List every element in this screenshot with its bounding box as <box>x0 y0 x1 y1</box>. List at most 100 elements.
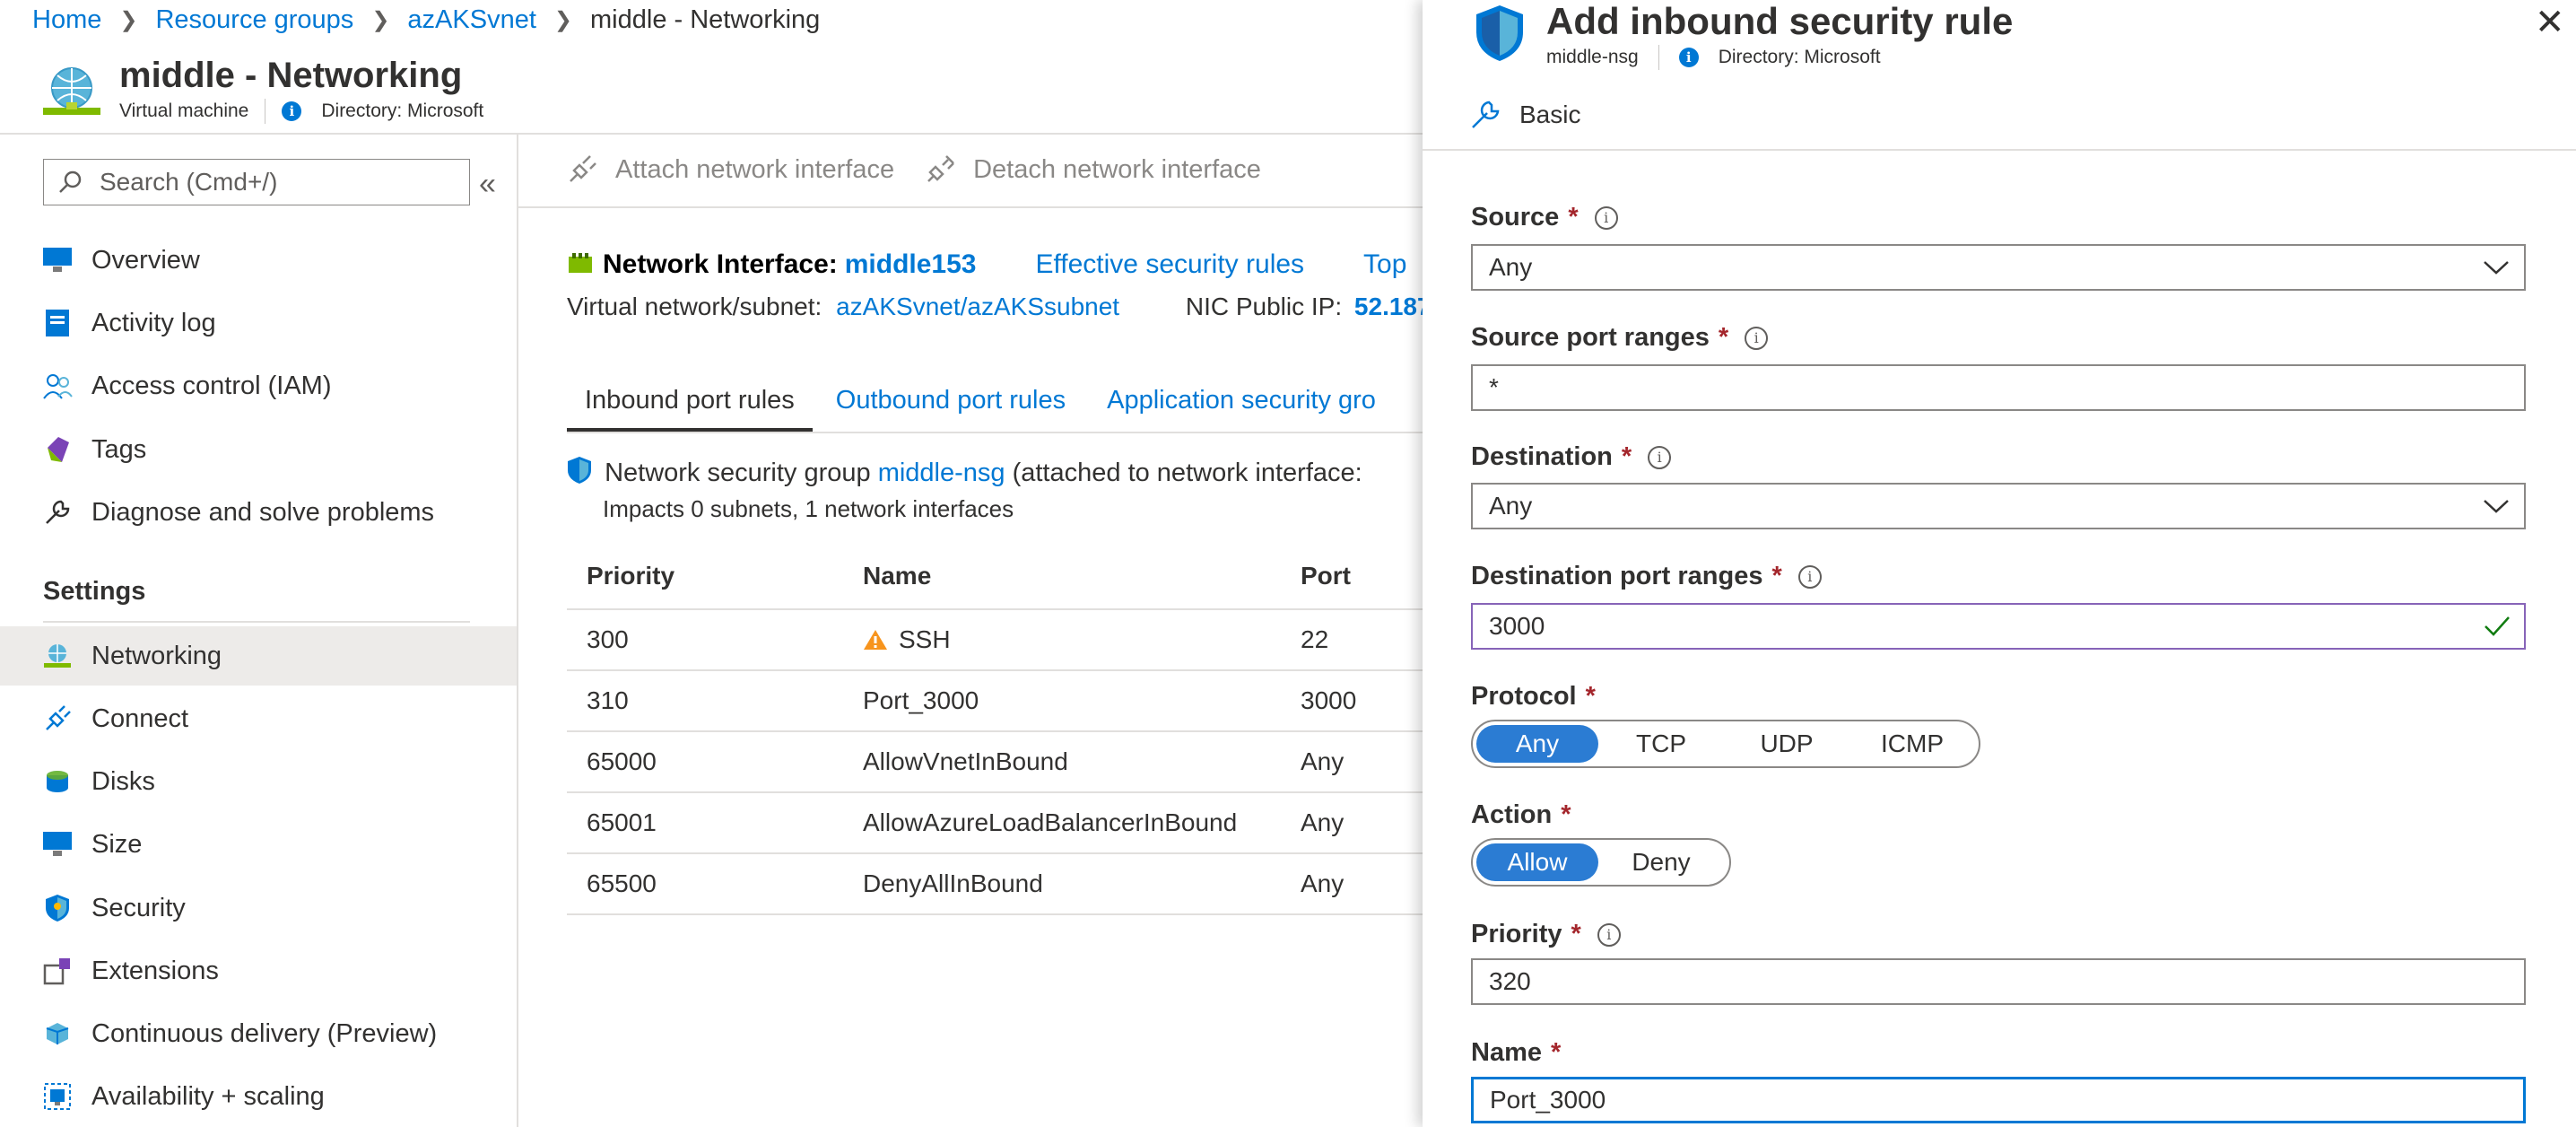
search-input[interactable]: Search (Cmd+/) <box>43 159 470 205</box>
topology-link[interactable]: Top <box>1363 249 1406 280</box>
field-label: Name <box>1471 1038 1542 1067</box>
nav-item-availability-scaling[interactable]: Availability + scaling <box>0 1067 517 1126</box>
cell-priority: 310 <box>587 686 629 714</box>
blade-divider <box>1423 149 2576 151</box>
breadcrumb-current: middle - Networking <box>590 4 821 34</box>
protocol-option-tcp[interactable]: TCP <box>1598 725 1724 763</box>
tab-outbound-port-rules[interactable]: Outbound port rules <box>818 380 1083 432</box>
column-header-port[interactable]: Port <box>1301 544 1351 608</box>
cell-priority: 65000 <box>587 747 657 775</box>
plug-icon <box>570 155 596 182</box>
cell-port: 22 <box>1301 625 1329 653</box>
info-icon[interactable]: i <box>1745 326 1769 350</box>
tag-icon <box>41 433 74 466</box>
destination-port-ranges-input[interactable]: 3000 <box>1471 603 2526 650</box>
blade-subtitle: middle-nsg i Directory: Microsoft <box>1546 45 1881 70</box>
table-row[interactable]: 65500 DenyAllInBound Any <box>567 854 1428 915</box>
nav-item-networking[interactable]: Networking <box>0 626 517 686</box>
nav-item-tags[interactable]: Tags <box>0 420 517 479</box>
table-row[interactable]: 300 SSH 22 <box>567 610 1428 671</box>
nav-item-label: Continuous delivery (Preview) <box>91 1018 438 1048</box>
network-interface-icon <box>569 253 592 273</box>
search-icon <box>59 170 82 193</box>
continuous-delivery-icon <box>41 1018 74 1050</box>
chevron-down-icon <box>2484 500 2509 513</box>
info-icon: i <box>282 101 302 121</box>
nic-name-link[interactable]: middle153 <box>845 249 977 280</box>
destination-label: Destination * i <box>1471 442 1672 472</box>
nav-item-activity-log[interactable]: Activity log <box>0 293 517 353</box>
wrench-icon <box>41 496 74 529</box>
required-asterisk: * <box>1568 203 1579 232</box>
nav-item-diagnose[interactable]: Diagnose and solve problems <box>0 483 517 542</box>
protocol-option-udp[interactable]: UDP <box>1724 725 1849 763</box>
collapse-double-chevron-icon[interactable]: « <box>479 167 496 202</box>
table-row[interactable]: 65001 AllowAzureLoadBalancerInBound Any <box>567 793 1428 854</box>
vnet-label: Virtual network/subnet: <box>567 293 822 320</box>
protocol-toggle: Any TCP UDP ICMP <box>1471 720 1980 768</box>
effective-security-rules-link[interactable]: Effective security rules <box>1035 249 1304 280</box>
divider <box>1658 45 1659 70</box>
nav-item-disks[interactable]: Disks <box>0 752 517 811</box>
action-option-deny[interactable]: Deny <box>1598 843 1724 881</box>
close-icon[interactable]: ✕ <box>2535 2 2565 43</box>
attach-network-interface-button[interactable]: Attach network interface <box>567 154 894 185</box>
protocol-option-any[interactable]: Any <box>1476 725 1598 763</box>
page-subtitle: Virtual machine i Directory: Microsoft <box>119 99 483 124</box>
action-option-allow[interactable]: Allow <box>1476 843 1598 881</box>
blade-title: Add inbound security rule <box>1546 0 2014 42</box>
required-asterisk: * <box>1771 562 1782 590</box>
source-port-ranges-input[interactable]: * <box>1471 364 2526 411</box>
nav-item-connect[interactable]: Connect <box>0 689 517 748</box>
basic-mode-button[interactable]: Basic <box>1469 99 1580 131</box>
info-icon[interactable]: i <box>1594 205 1618 230</box>
nav-item-security[interactable]: Security <box>0 878 517 938</box>
info-icon[interactable]: i <box>1648 445 1672 469</box>
rule-name: SSH <box>899 625 951 653</box>
breadcrumb-vnet[interactable]: azAKSvnet <box>407 5 535 35</box>
table-row[interactable]: 310 Port_3000 3000 <box>567 671 1428 732</box>
info-icon[interactable]: i <box>1597 922 1621 947</box>
table-header: Priority Name Port <box>567 544 1428 610</box>
nic-info: Network Interface: middle153 Effective s… <box>567 249 1406 280</box>
nav-item-access-control[interactable]: Access control (IAM) <box>0 356 517 415</box>
nsg-link[interactable]: middle-nsg <box>878 459 1005 487</box>
detach-network-interface-button[interactable]: Detach network interface <box>925 154 1261 185</box>
required-asterisk: * <box>1561 800 1571 829</box>
nav-item-extensions[interactable]: Extensions <box>0 941 517 1000</box>
source-label: Source * i <box>1471 203 1618 232</box>
tab-application-security-groups[interactable]: Application security gro <box>1089 380 1394 432</box>
breadcrumb-home[interactable]: Home <box>32 5 101 35</box>
source-dropdown[interactable]: Any <box>1471 244 2526 291</box>
cell-name: DenyAllInBound <box>863 869 1043 897</box>
tab-inbound-port-rules[interactable]: Inbound port rules <box>567 380 813 432</box>
priority-input[interactable]: 320 <box>1471 958 2526 1005</box>
nav-item-overview[interactable]: Overview <box>0 231 517 290</box>
table-row[interactable]: 65000 AllowVnetInBound Any <box>567 732 1428 793</box>
field-label: Source port ranges <box>1471 323 1710 352</box>
shield-icon <box>568 457 591 484</box>
vnet-subnet-link[interactable]: azAKSvnet/azAKSsubnet <box>836 293 1119 320</box>
name-input[interactable]: Port_3000 <box>1471 1077 2526 1123</box>
breadcrumb-resource-groups[interactable]: Resource groups <box>155 5 353 35</box>
source-value: Any <box>1489 253 1533 281</box>
public-ip-label: NIC Public IP: <box>1185 293 1343 320</box>
info-icon[interactable]: i <box>1797 564 1822 589</box>
cell-port: 3000 <box>1301 686 1357 714</box>
name-label: Name * <box>1471 1038 1561 1068</box>
checkmark-icon <box>2485 616 2510 636</box>
protocol-option-icmp[interactable]: ICMP <box>1849 725 1975 763</box>
field-label: Action <box>1471 800 1553 829</box>
field-label: Destination port ranges <box>1471 562 1763 590</box>
destination-dropdown[interactable]: Any <box>1471 483 2526 529</box>
required-asterisk: * <box>1585 682 1596 711</box>
cell-port: Any <box>1301 808 1345 836</box>
name-value: Port_3000 <box>1490 1086 1606 1114</box>
nsg-suffix: (attached to network interface: <box>1012 459 1362 487</box>
nav-item-continuous-delivery[interactable]: Continuous delivery (Preview) <box>0 1004 517 1063</box>
column-header-priority[interactable]: Priority <box>587 544 674 608</box>
cell-name: AllowAzureLoadBalancerInBound <box>863 808 1238 836</box>
column-header-name[interactable]: Name <box>863 544 931 608</box>
extensions-icon <box>41 955 74 987</box>
nav-item-size[interactable]: Size <box>0 815 517 874</box>
